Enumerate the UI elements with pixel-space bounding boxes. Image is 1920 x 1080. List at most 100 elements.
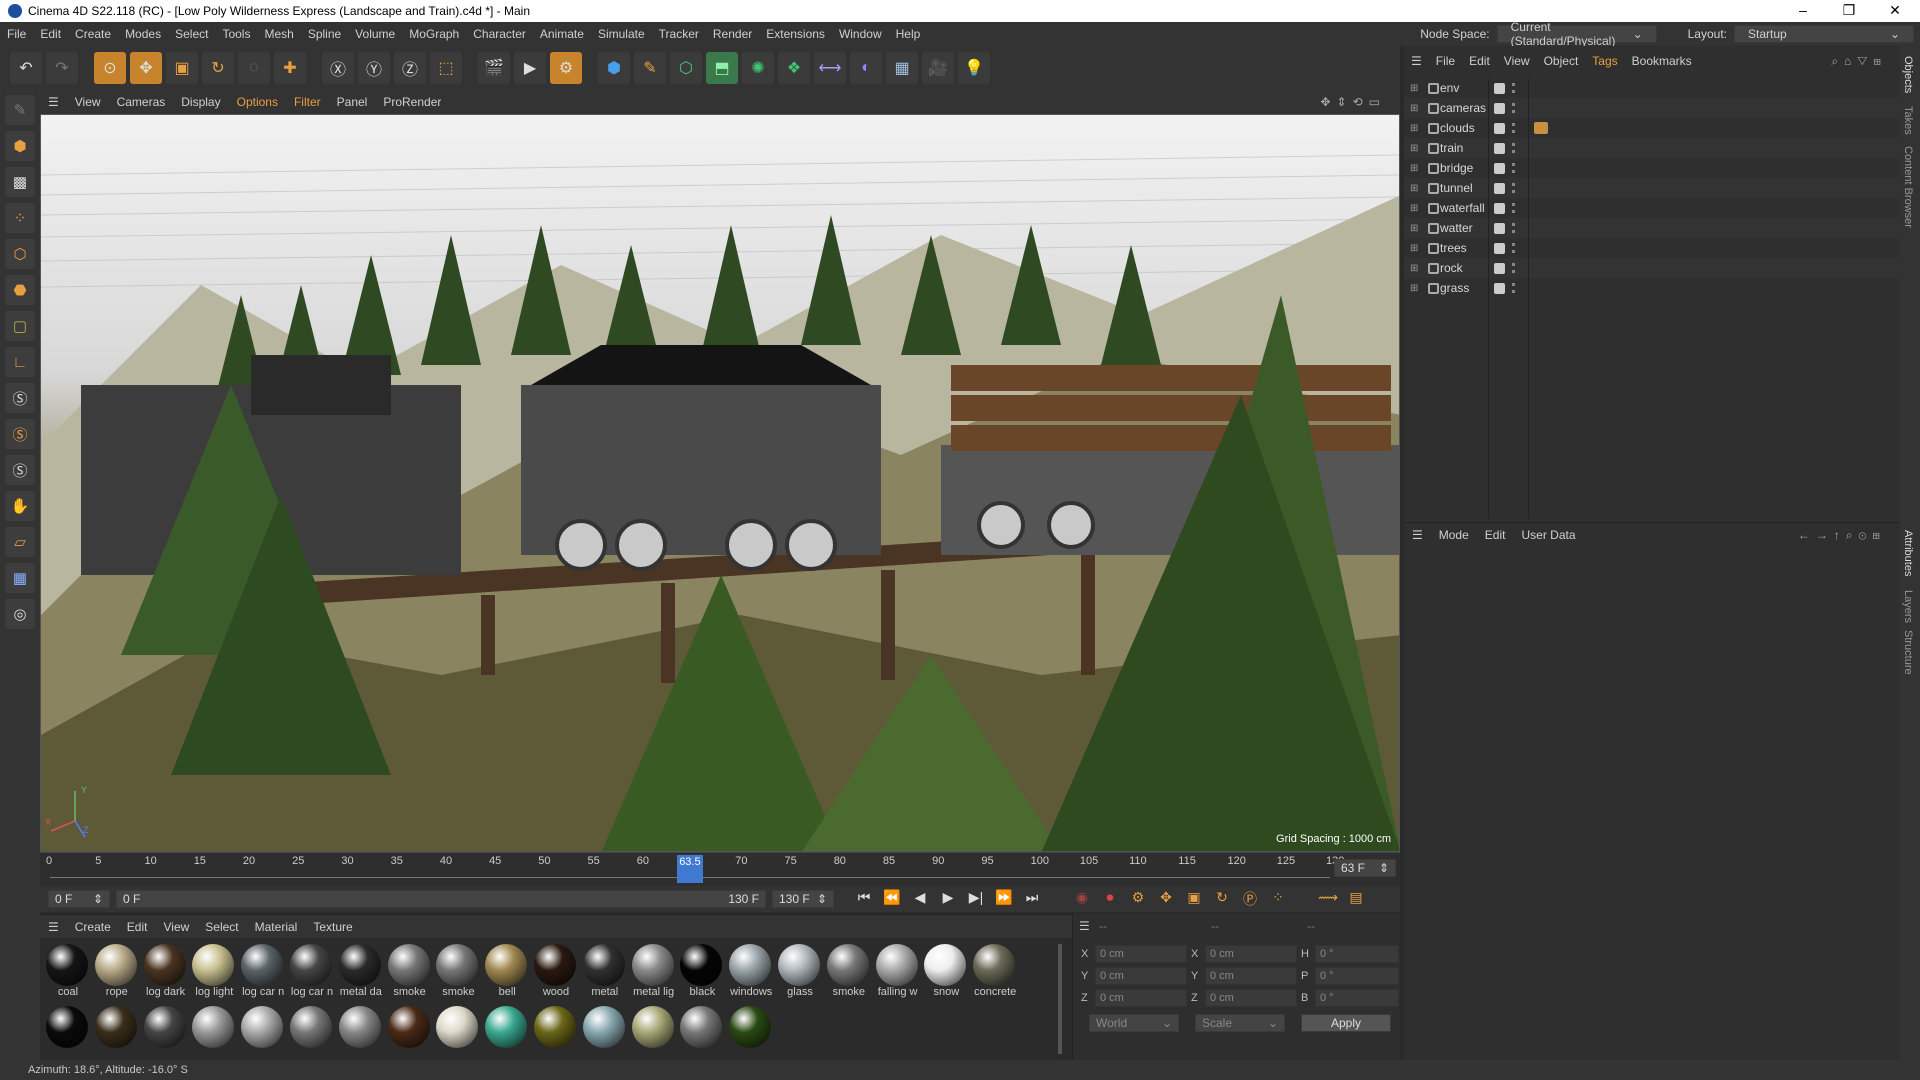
coordinate-mode-dropdown[interactable]: World ⌄ xyxy=(1089,1014,1179,1032)
cloner-icon[interactable]: ✺ xyxy=(742,52,774,84)
material-swatch[interactable]: snow xyxy=(922,942,968,998)
pen-spline-icon[interactable]: ✎ xyxy=(634,52,666,84)
texture-mode-icon[interactable]: ▩ xyxy=(5,167,35,197)
expand-icon[interactable]: ⊞ xyxy=(1410,223,1418,234)
menu-tracker[interactable]: Tracker xyxy=(652,27,706,41)
layer-check-icon[interactable] xyxy=(1494,142,1505,154)
object-row-grass[interactable]: ⊞ grass xyxy=(1404,278,1900,298)
start-frame-field[interactable]: 0 F ⇕ xyxy=(48,890,110,908)
clapper-tag-icon[interactable] xyxy=(1534,122,1548,134)
go-to-start-icon[interactable]: ⏮ xyxy=(852,889,876,909)
tab-layers[interactable]: Layers xyxy=(1902,590,1914,623)
quantize-icon[interactable]: Ⓢ xyxy=(5,455,35,485)
preview-range-slider[interactable]: 0 F 130 F xyxy=(116,890,766,908)
y-axis-lock-icon[interactable]: Ⓨ xyxy=(358,52,390,84)
material-swatch[interactable] xyxy=(630,1004,676,1060)
material-swatch[interactable] xyxy=(727,1004,773,1060)
undo-icon[interactable]: ↶ xyxy=(10,52,42,84)
viewport-menu-options[interactable]: Options xyxy=(229,95,286,109)
cube-primitive-icon[interactable]: ⬢ xyxy=(598,52,630,84)
visibility-dots-icon[interactable] xyxy=(1512,183,1516,193)
material-swatch[interactable] xyxy=(337,1004,383,1060)
object-row-rock[interactable]: ⊞ rock xyxy=(1404,258,1900,278)
play-icon[interactable]: ▶ xyxy=(936,889,960,909)
material-menu-texture[interactable]: Texture xyxy=(305,920,360,934)
menu-render[interactable]: Render xyxy=(706,27,759,41)
expand-icon[interactable]: ⊞ xyxy=(1410,143,1418,154)
attribute-nav-icons[interactable]: ←→↑⌕⊙⊞ xyxy=(1790,528,1894,543)
viewport-menu-prorender[interactable]: ProRender xyxy=(375,95,449,109)
menu-file[interactable]: File xyxy=(0,27,33,41)
layer-check-icon[interactable] xyxy=(1494,82,1505,94)
object-row-trees[interactable]: ⊞ trees xyxy=(1404,238,1900,258)
size-x-field[interactable]: 0 cm xyxy=(1205,945,1297,963)
viewport-nav-icons[interactable]: ✥⇕⟲▭ xyxy=(1312,95,1394,109)
material-swatch[interactable]: rope xyxy=(93,942,139,998)
material-swatch[interactable] xyxy=(288,1004,334,1060)
maximize-button[interactable]: ❐ xyxy=(1826,0,1872,22)
expand-icon[interactable]: ⊞ xyxy=(1410,183,1418,194)
material-menu-material[interactable]: Material xyxy=(247,920,306,934)
expand-icon[interactable]: ⊞ xyxy=(1410,203,1418,214)
object-name[interactable]: bridge xyxy=(1440,161,1473,175)
expand-icon[interactable]: ⊞ xyxy=(1410,243,1418,254)
viewport-menu-cameras[interactable]: Cameras xyxy=(109,95,174,109)
expand-icon[interactable]: ⊞ xyxy=(1410,163,1418,174)
size-mode-dropdown[interactable]: Scale ⌄ xyxy=(1195,1014,1285,1032)
coordinate-system-icon[interactable]: ⬚ xyxy=(430,52,462,84)
menu-spline[interactable]: Spline xyxy=(301,27,348,41)
visibility-dots-icon[interactable] xyxy=(1512,123,1516,133)
close-button[interactable]: ✕ xyxy=(1872,0,1918,22)
layer-check-icon[interactable] xyxy=(1494,262,1505,274)
playhead-marker[interactable]: 63.5 xyxy=(677,855,703,883)
redo-icon[interactable]: ↷ xyxy=(46,52,78,84)
expand-icon[interactable]: ⊞ xyxy=(1410,263,1418,274)
object-name[interactable]: clouds xyxy=(1440,121,1475,135)
live-selection-icon[interactable]: ⊙ xyxy=(94,52,126,84)
menu-mesh[interactable]: Mesh xyxy=(257,27,300,41)
material-swatch[interactable]: metal da xyxy=(337,942,383,998)
light-icon[interactable]: 💡 xyxy=(958,52,990,84)
material-swatch[interactable] xyxy=(581,1004,627,1060)
layer-check-icon[interactable] xyxy=(1494,162,1505,174)
end-frame-field[interactable]: 130 F ⇕ xyxy=(772,890,834,908)
current-frame-field[interactable]: 63 F ⇕ xyxy=(1334,859,1396,877)
material-swatch[interactable]: metal lig xyxy=(630,942,676,998)
position-x-field[interactable]: 0 cm xyxy=(1095,945,1187,963)
material-swatch[interactable]: bell xyxy=(483,942,529,998)
object-name[interactable]: env xyxy=(1440,81,1459,95)
expand-icon[interactable]: ⊞ xyxy=(1410,83,1418,94)
hamburger-icon[interactable]: ☰ xyxy=(40,95,67,109)
object-row-tunnel[interactable]: ⊞ tunnel xyxy=(1404,178,1900,198)
visibility-dots-icon[interactable] xyxy=(1512,243,1516,253)
menu-edit[interactable]: Edit xyxy=(33,27,68,41)
make-editable-icon[interactable]: ✎ xyxy=(5,95,35,125)
visibility-dots-icon[interactable] xyxy=(1512,143,1516,153)
object-name[interactable]: train xyxy=(1440,141,1463,155)
model-mode-icon[interactable]: ⬢ xyxy=(5,131,35,161)
hamburger-icon[interactable]: ☰ xyxy=(1073,919,1096,933)
attribute-menu-edit[interactable]: Edit xyxy=(1477,528,1514,542)
layout-dropdown[interactable]: Startup ⌄ xyxy=(1734,25,1914,43)
previous-key-icon[interactable]: ⏪ xyxy=(880,889,904,909)
object-menu-edit[interactable]: Edit xyxy=(1462,54,1497,68)
material-swatch[interactable]: concrete xyxy=(971,942,1017,998)
menu-volume[interactable]: Volume xyxy=(348,27,402,41)
material-menu-create[interactable]: Create xyxy=(67,920,119,934)
material-swatch[interactable] xyxy=(678,1004,724,1060)
menu-create[interactable]: Create xyxy=(68,27,118,41)
object-name[interactable]: rock xyxy=(1440,261,1463,275)
material-swatch[interactable]: log dark xyxy=(142,942,188,998)
apply-button[interactable]: Apply xyxy=(1301,1014,1391,1032)
object-name[interactable]: watter xyxy=(1440,221,1473,235)
layer-check-icon[interactable] xyxy=(1494,242,1505,254)
menu-tools[interactable]: Tools xyxy=(215,27,257,41)
interpolation-icon[interactable]: ⟿ xyxy=(1316,889,1340,909)
menu-modes[interactable]: Modes xyxy=(118,27,168,41)
material-swatch[interactable] xyxy=(434,1004,480,1060)
visibility-dots-icon[interactable] xyxy=(1512,83,1516,93)
object-name[interactable]: trees xyxy=(1440,241,1467,255)
menu-window[interactable]: Window xyxy=(832,27,889,41)
z-axis-lock-icon[interactable]: Ⓩ xyxy=(394,52,426,84)
minimize-button[interactable]: – xyxy=(1780,0,1826,22)
